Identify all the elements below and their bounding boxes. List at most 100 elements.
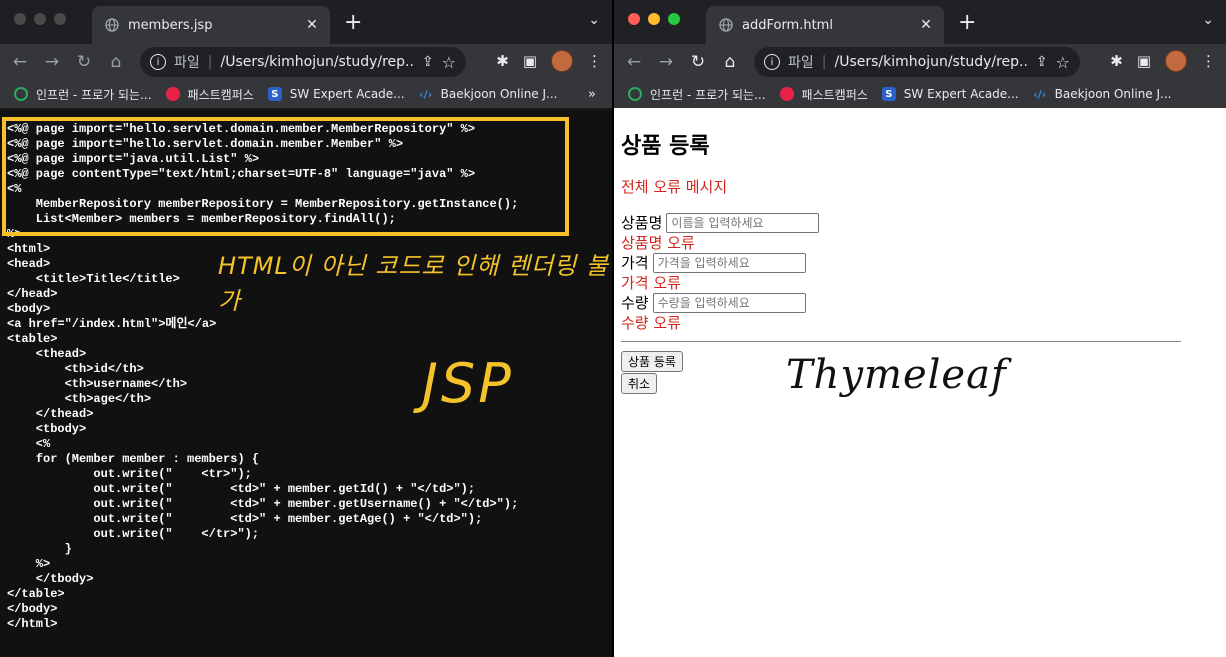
address-scheme: 파일 [788, 55, 814, 71]
reload-icon[interactable]: ↻ [68, 52, 100, 72]
close-tab-icon[interactable]: ✕ [916, 17, 936, 33]
bookmark-label: Baekjoon Online J... [440, 87, 558, 101]
share-icon[interactable]: ⇪ [422, 54, 434, 70]
close-window-button[interactable] [628, 13, 640, 25]
price-error: 가격 오류 [621, 274, 681, 292]
bookmark-item[interactable]: 인프런 - 프로가 되는... [14, 86, 152, 103]
new-tab-icon[interactable]: + [344, 10, 362, 35]
toolbar-actions: ✱ ▣ ⋮ [1110, 50, 1216, 72]
info-icon[interactable]: i [150, 54, 166, 70]
price-row: 가격 [621, 252, 806, 273]
tab-active[interactable]: members.jsp ✕ [92, 6, 330, 44]
tab-strip: members.jsp ✕ + ⌄ [0, 0, 612, 44]
submit-button[interactable]: 상품 등록 [621, 351, 683, 372]
sw-expert-icon: S [267, 87, 282, 101]
bookmark-label: SW Expert Acade... [903, 87, 1019, 101]
item-name-error: 상품명 오류 [621, 234, 695, 252]
bookmark-item[interactable]: ‹/› Baekjoon Online J... [419, 87, 558, 101]
side-panel-icon[interactable]: ▣ [1137, 52, 1151, 70]
highlight-box [2, 117, 569, 236]
page-content: 상품 등록 전체 오류 메시지 상품명 상품명 오류 가격 가격 오류 수량 수… [614, 108, 1226, 657]
bookmark-item[interactable]: ‹/› Baekjoon Online J... [1033, 87, 1172, 101]
address-bar[interactable]: i 파일 | /Users/kimhojun/study/rep... ⇪ ☆ [754, 47, 1080, 77]
bookmarks-bar: 인프런 - 프로가 되는... 패스트캠퍼스 S SW Expert Acade.… [0, 80, 612, 109]
extensions-icon[interactable]: ✱ [1110, 52, 1123, 70]
maximize-window-button[interactable] [54, 13, 66, 25]
bookmark-item[interactable]: S SW Expert Acade... [881, 87, 1019, 101]
address-url[interactable]: /Users/kimhojun/study/rep... [834, 54, 1027, 70]
bookmark-label: Baekjoon Online J... [1054, 87, 1172, 101]
item-name-label: 상품명 [621, 214, 663, 232]
quantity-input[interactable] [652, 292, 806, 313]
toolbar: ← → ↻ ⌂ i 파일 | /Users/kimhojun/study/rep… [0, 44, 612, 80]
forward-icon[interactable]: → [36, 52, 68, 72]
more-menu-icon[interactable]: ⋮ [1201, 52, 1216, 70]
maximize-window-button[interactable] [668, 13, 680, 25]
address-separator: | [821, 54, 827, 70]
quantity-row: 수량 [621, 292, 806, 313]
info-icon[interactable]: i [764, 54, 780, 70]
quantity-error: 수량 오류 [621, 314, 681, 332]
window-controls [628, 13, 680, 25]
more-menu-icon[interactable]: ⋮ [587, 52, 602, 70]
quantity-label: 수량 [621, 294, 649, 312]
address-url[interactable]: /Users/kimhojun/study/rep... [220, 54, 413, 70]
close-window-button[interactable] [14, 13, 26, 25]
address-bar[interactable]: i 파일 | /Users/kimhojun/study/rep... ⇪ ☆ [140, 47, 466, 77]
bookmarks-bar: 인프런 - 프로가 되는... 패스트캠퍼스 S SW Expert Acade.… [614, 80, 1226, 109]
window-controls [14, 13, 66, 25]
global-error-message: 전체 오류 메시지 [621, 178, 728, 196]
reload-icon[interactable]: ↻ [682, 52, 714, 72]
address-scheme: 파일 [174, 55, 200, 71]
code-icon: ‹/› [419, 87, 433, 101]
handwritten-annotation: HTML이 아닌 코드로 인해 렌더링 불가 [218, 252, 609, 315]
item-name-input[interactable] [666, 212, 820, 233]
tab-title: addForm.html [742, 17, 833, 33]
fastcampus-icon [779, 87, 794, 101]
extensions-icon[interactable]: ✱ [496, 52, 509, 70]
avatar[interactable] [1165, 50, 1187, 72]
cancel-button[interactable]: 취소 [621, 373, 658, 394]
forward-icon[interactable]: → [650, 52, 682, 72]
home-icon[interactable]: ⌂ [100, 52, 132, 72]
chevron-down-icon[interactable]: ⌄ [1202, 12, 1214, 28]
bookmark-label: 패스트캠퍼스 [187, 87, 254, 102]
minimize-window-button[interactable] [34, 13, 46, 25]
avatar[interactable] [551, 50, 573, 72]
bookmark-item[interactable]: S SW Expert Acade... [267, 87, 405, 101]
globe-icon [104, 17, 120, 33]
fastcampus-icon [165, 87, 180, 101]
bookmark-label: 인프런 - 프로가 되는... [36, 87, 152, 102]
bookmark-label: 패스트캠퍼스 [801, 87, 868, 102]
new-tab-icon[interactable]: + [958, 10, 976, 35]
chevron-down-icon[interactable]: ⌄ [588, 12, 600, 28]
price-input[interactable] [652, 252, 806, 273]
tab-active[interactable]: addForm.html ✕ [706, 6, 944, 44]
side-panel-icon[interactable]: ▣ [523, 52, 537, 70]
minimize-window-button[interactable] [648, 13, 660, 25]
bookmark-label: 인프런 - 프로가 되는... [650, 87, 766, 102]
bookmark-star-icon[interactable]: ☆ [1056, 53, 1070, 72]
bookmark-star-icon[interactable]: ☆ [442, 53, 456, 72]
divider [621, 341, 1181, 342]
bookmark-item[interactable]: 패스트캠퍼스 [165, 86, 254, 103]
page-title: 상품 등록 [621, 134, 710, 159]
back-icon[interactable]: ← [4, 52, 36, 72]
back-icon[interactable]: ← [618, 52, 650, 72]
bookmarks-overflow-icon[interactable]: » [588, 87, 596, 102]
toolbar: ← → ↻ ⌂ i 파일 | /Users/kimhojun/study/rep… [614, 44, 1226, 80]
bookmark-item[interactable]: 패스트캠퍼스 [779, 86, 868, 103]
address-separator: | [207, 54, 213, 70]
browser-window-right: addForm.html ✕ + ⌄ ← → ↻ ⌂ i 파일 | /Users… [614, 0, 1226, 657]
bookmark-item[interactable]: 인프런 - 프로가 되는... [628, 86, 766, 103]
share-icon[interactable]: ⇪ [1036, 54, 1048, 70]
inflearn-icon [628, 87, 642, 101]
inflearn-icon [14, 87, 28, 101]
item-name-row: 상품명 [621, 212, 820, 233]
close-tab-icon[interactable]: ✕ [302, 17, 322, 33]
code-icon: ‹/› [1033, 87, 1047, 101]
bookmark-label: SW Expert Acade... [289, 87, 405, 101]
sw-expert-icon: S [881, 87, 896, 101]
tab-title: members.jsp [128, 17, 213, 33]
home-icon[interactable]: ⌂ [714, 52, 746, 72]
